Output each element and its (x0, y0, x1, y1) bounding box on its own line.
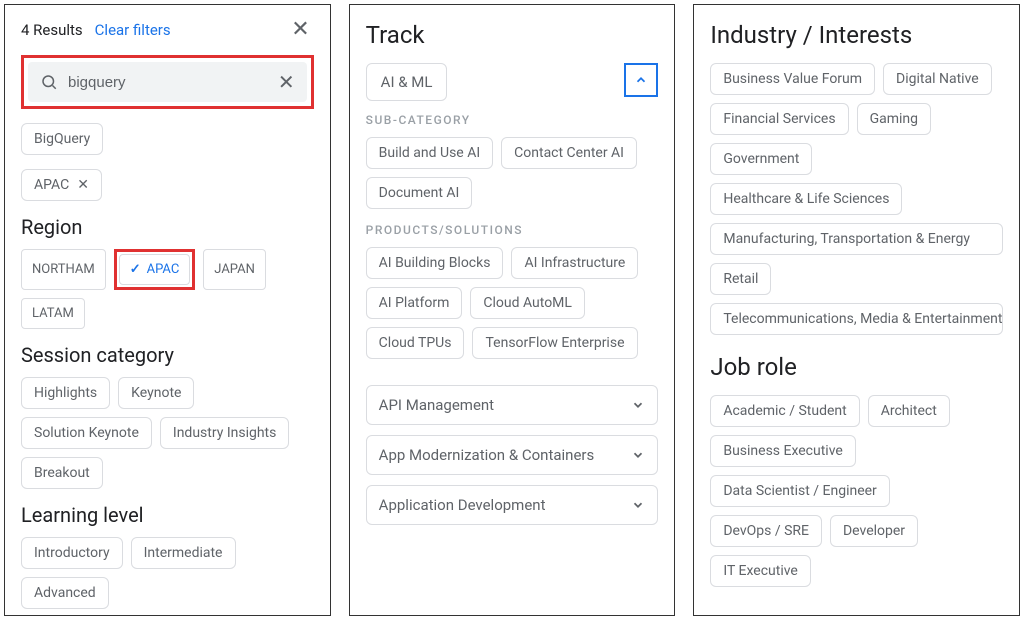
region-label: APAC (147, 262, 180, 277)
chip-label: APAC (34, 177, 69, 193)
chevron-down-icon (631, 398, 645, 412)
search-highlight-box: ✕ (21, 55, 314, 109)
region-apac-highlight: ✓ APAC (114, 249, 196, 290)
clear-filters-link[interactable]: Clear filters (95, 21, 171, 39)
sub-category-label: SUB-CATEGORY (366, 113, 659, 127)
chip-label: BigQuery (34, 131, 90, 147)
chevron-up-icon (634, 73, 648, 87)
sub-document-ai[interactable]: Document AI (366, 177, 473, 209)
ind-healthcare[interactable]: Healthcare & Life Sciences (710, 183, 902, 215)
ind-retail[interactable]: Retail (710, 263, 771, 295)
job-developer[interactable]: Developer (830, 515, 918, 547)
applied-filter-apac-row: APAC ✕ (21, 169, 314, 201)
products-solutions-options: AI Building Blocks AI Infrastructure AI … (366, 247, 659, 359)
chevron-down-icon (631, 448, 645, 462)
ind-financial-services[interactable]: Financial Services (710, 103, 848, 135)
filters-header: 4 Results Clear filters ✕ (21, 17, 314, 43)
ind-manufacturing[interactable]: Manufacturing, Transportation & Energy (710, 223, 1003, 255)
ind-telecom[interactable]: Telecommunications, Media & Entertainmen… (710, 303, 1003, 335)
region-apac[interactable]: ✓ APAC (119, 254, 191, 285)
search-field[interactable]: ✕ (28, 62, 307, 102)
region-options: NORTHAM ✓ APAC JAPAN LATAM (21, 249, 314, 329)
industry-job-scroll[interactable]: Industry / Interests Business Value Foru… (694, 5, 1019, 615)
session-keynote[interactable]: Keynote (118, 377, 194, 409)
region-latam[interactable]: LATAM (21, 298, 85, 329)
session-industry-insights[interactable]: Industry Insights (160, 417, 289, 449)
job-data-scientist[interactable]: Data Scientist / Engineer (710, 475, 889, 507)
ind-business-value-forum[interactable]: Business Value Forum (710, 63, 875, 95)
learning-level-options: Introductory Intermediate Advanced (21, 537, 314, 609)
track-scroll[interactable]: Track AI & ML SUB-CATEGORY Build and Use… (350, 5, 675, 615)
session-highlights[interactable]: Highlights (21, 377, 110, 409)
collapse-track-button[interactable] (624, 63, 658, 97)
learning-level-title: Learning level (21, 503, 314, 527)
region-label: LATAM (32, 306, 74, 321)
ind-government[interactable]: Government (710, 143, 812, 175)
level-intermediate[interactable]: Intermediate (131, 537, 236, 569)
job-business-executive[interactable]: Business Executive (710, 435, 856, 467)
filters-scroll[interactable]: 4 Results Clear filters ✕ ✕ BigQuery APA… (5, 5, 330, 615)
region-label: JAPAN (214, 262, 255, 277)
track-ai-ml[interactable]: AI & ML (366, 63, 448, 101)
prod-cloud-automl[interactable]: Cloud AutoML (470, 287, 585, 319)
ind-gaming[interactable]: Gaming (857, 103, 931, 135)
sub-contact-center-ai[interactable]: Contact Center AI (501, 137, 637, 169)
region-japan[interactable]: JAPAN (203, 249, 266, 290)
session-breakout[interactable]: Breakout (21, 457, 103, 489)
track-title: Track (366, 21, 659, 49)
applied-filter-bigquery-row: BigQuery (21, 123, 314, 155)
job-role-title: Job role (710, 353, 1003, 381)
session-category-title: Session category (21, 343, 314, 367)
job-architect[interactable]: Architect (868, 395, 950, 427)
job-role-options: Academic / Student Architect Business Ex… (710, 395, 1003, 587)
prod-tensorflow-enterprise[interactable]: TensorFlow Enterprise (472, 327, 637, 359)
session-solution-keynote[interactable]: Solution Keynote (21, 417, 152, 449)
industry-title: Industry / Interests (710, 21, 1003, 49)
job-it-executive[interactable]: IT Executive (710, 555, 811, 587)
track-api-management[interactable]: API Management (366, 385, 659, 425)
prod-ai-platform[interactable]: AI Platform (366, 287, 463, 319)
session-category-options: Highlights Keynote Solution Keynote Indu… (21, 377, 314, 489)
level-advanced[interactable]: Advanced (21, 577, 109, 609)
remove-chip-icon[interactable]: ✕ (77, 177, 89, 193)
search-input[interactable] (68, 74, 268, 91)
chevron-down-icon (631, 498, 645, 512)
prod-cloud-tpus[interactable]: Cloud TPUs (366, 327, 465, 359)
track-panel: Track AI & ML SUB-CATEGORY Build and Use… (349, 4, 676, 616)
prod-ai-building-blocks[interactable]: AI Building Blocks (366, 247, 504, 279)
applied-filter-apac[interactable]: APAC ✕ (21, 169, 102, 201)
products-solutions-label: PRODUCTS/SOLUTIONS (366, 223, 659, 237)
sub-build-use-ai[interactable]: Build and Use AI (366, 137, 493, 169)
job-devops-sre[interactable]: DevOps / SRE (710, 515, 822, 547)
close-icon[interactable]: ✕ (287, 17, 313, 43)
search-icon (40, 73, 58, 91)
filters-panel: 4 Results Clear filters ✕ ✕ BigQuery APA… (4, 4, 331, 616)
industry-options: Business Value Forum Digital Native Fina… (710, 63, 1003, 335)
region-title: Region (21, 215, 314, 239)
job-academic-student[interactable]: Academic / Student (710, 395, 859, 427)
applied-filter-bigquery[interactable]: BigQuery (21, 123, 103, 155)
results-count: 4 Results (21, 21, 83, 39)
ind-digital-native[interactable]: Digital Native (883, 63, 992, 95)
region-label: NORTHAM (32, 262, 95, 277)
track-application-development[interactable]: Application Development (366, 485, 659, 525)
prod-ai-infrastructure[interactable]: AI Infrastructure (511, 247, 638, 279)
region-northam[interactable]: NORTHAM (21, 249, 106, 290)
track-open-header: AI & ML (366, 63, 659, 101)
clear-search-icon[interactable]: ✕ (278, 72, 295, 92)
sub-category-options: Build and Use AI Contact Center AI Docum… (366, 137, 659, 209)
check-icon: ✓ (130, 262, 141, 277)
level-introductory[interactable]: Introductory (21, 537, 123, 569)
track-app-modernization[interactable]: App Modernization & Containers (366, 435, 659, 475)
industry-job-panel: Industry / Interests Business Value Foru… (693, 4, 1020, 616)
